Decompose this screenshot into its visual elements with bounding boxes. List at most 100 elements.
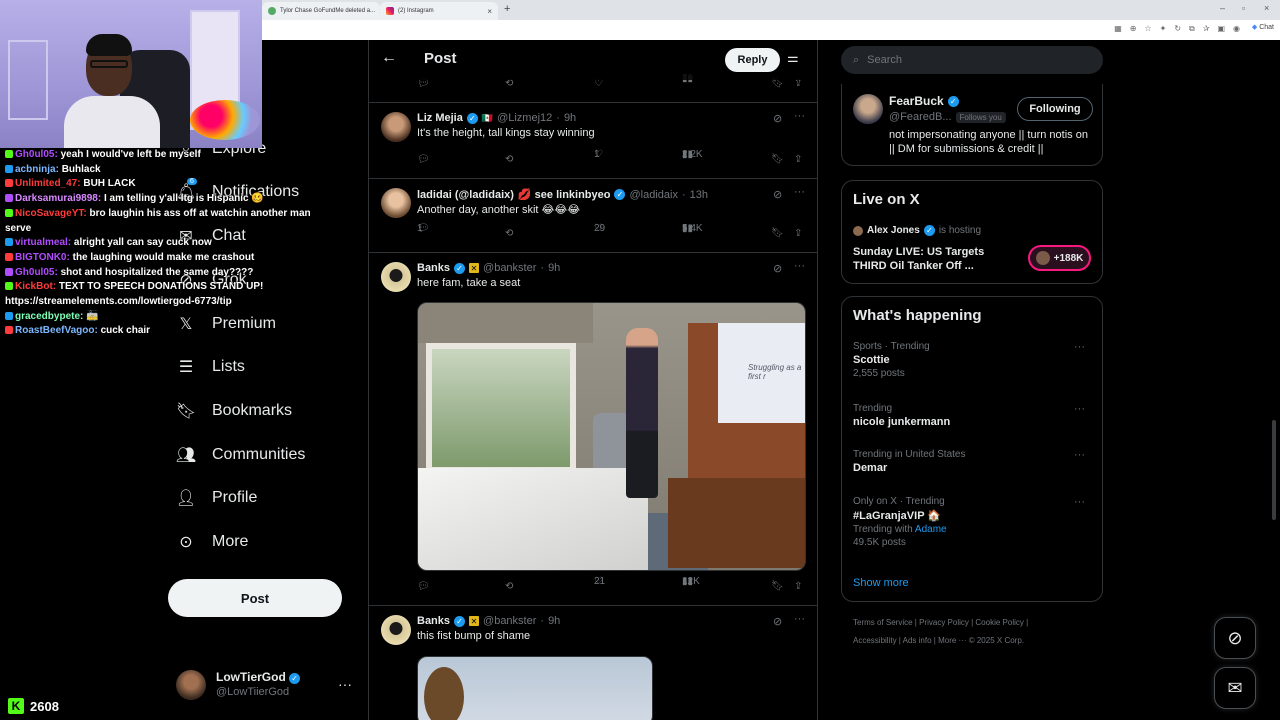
follow-handle[interactable]: @FearedB... — [889, 111, 952, 123]
tweet-video[interactable]: Struggling as a first r — [417, 302, 806, 571]
bookmark-icon[interactable]: 🔖︎ — [771, 228, 784, 239]
chat-username[interactable]: acbninja: — [15, 164, 59, 175]
browser-tab[interactable]: Tylor Chase GoFundMe deleted a... × — [262, 2, 380, 20]
zoom-icon[interactable]: ⊕ — [1130, 24, 1137, 34]
minimize-icon[interactable]: – — [1220, 3, 1225, 13]
more-icon[interactable]: ··· — [794, 110, 805, 122]
chat-username[interactable]: BIGTONK0: — [15, 252, 70, 263]
tweet-time[interactable]: 9h — [564, 112, 576, 124]
filter-icon[interactable]: ⚌ — [787, 50, 799, 66]
share-icon[interactable]: ⇪ — [794, 581, 802, 592]
reply-icon[interactable]: 💬︎ — [417, 154, 430, 165]
author-name[interactable]: Banks — [417, 615, 450, 627]
puzzle-icon[interactable]: ⧉ — [1189, 24, 1195, 34]
page-scrollbar[interactable] — [1270, 40, 1278, 720]
chat-username[interactable]: gracedbypete: — [15, 311, 83, 322]
avatar[interactable] — [381, 262, 411, 292]
refresh-icon[interactable]: ↻ — [1174, 24, 1181, 34]
author-handle[interactable]: @bankster — [483, 615, 536, 627]
grid-icon[interactable]: ▦ — [1114, 24, 1122, 34]
chat-username[interactable]: virtualmeal: — [15, 237, 71, 248]
new-tab-icon[interactable]: + — [504, 3, 510, 15]
chat-username[interactable]: Gh0ul05: — [15, 267, 58, 278]
browser-chat-button[interactable]: ◆ Chat — [1252, 23, 1274, 32]
grok-icon[interactable]: ⊘ — [773, 188, 782, 201]
scrollbar-thumb[interactable] — [1272, 420, 1276, 520]
more-icon[interactable]: ··· — [794, 260, 805, 272]
nav-item-communities[interactable]: 👥︎ Communities — [176, 445, 306, 465]
star-icon[interactable]: ☆ — [1144, 24, 1151, 34]
reply-button[interactable]: Reply — [725, 48, 780, 72]
avatar[interactable] — [381, 615, 411, 645]
account-switcher[interactable]: LowTierGod ✓ @LowTiierGod ··· — [176, 668, 356, 702]
retweet-icon[interactable]: ⟲ — [505, 581, 513, 592]
profile-icon[interactable]: ◉ — [1233, 24, 1240, 34]
browser-tab[interactable]: (2) Instagram × — [380, 2, 498, 20]
post-button[interactable]: Post — [168, 579, 342, 617]
search-input[interactable]: ⌕ Search — [841, 46, 1103, 74]
author-name[interactable]: Liz Mejia — [417, 112, 463, 124]
more-icon[interactable]: ··· — [1074, 403, 1085, 415]
avatar[interactable] — [853, 94, 883, 124]
nav-item-profile[interactable]: 👤︎ Profile — [176, 488, 258, 508]
author-name[interactable]: ladidai (@ladidaix) — [417, 189, 514, 201]
nav-item-more[interactable]: ⊙ More — [176, 532, 248, 552]
share-icon[interactable]: ⇪ — [794, 228, 802, 239]
more-icon[interactable]: ··· — [338, 676, 352, 692]
tweet-time[interactable]: 9h — [548, 615, 560, 627]
favorites-icon[interactable]: ✰ — [1203, 24, 1210, 34]
grok-icon[interactable]: ⊘ — [773, 262, 782, 275]
trend-item[interactable]: Trending nicole junkermann ··· — [853, 403, 1093, 428]
more-icon[interactable]: ··· — [1074, 496, 1085, 508]
maximize-icon[interactable]: ▫ — [1242, 3, 1245, 13]
live-description[interactable]: Sunday LIVE: US Targets THIRD Oil Tanker… — [853, 245, 1013, 273]
trend-item[interactable]: Trending in United States Demar ··· — [853, 449, 1093, 474]
live-listeners-button[interactable]: +188K — [1028, 245, 1091, 271]
grok-icon[interactable]: ⊘ — [773, 112, 782, 125]
author-name[interactable]: Banks — [417, 262, 450, 274]
back-arrow-icon[interactable]: ← — [381, 49, 397, 67]
trend-item[interactable]: Only on X · Trending #LaGranjaVIP 🏠 Tren… — [853, 496, 1093, 548]
author-handle[interactable]: @Lizmej12 — [497, 112, 552, 124]
grok-icon[interactable]: ⊘ — [773, 615, 782, 628]
tweet-time[interactable]: 9h — [548, 262, 560, 274]
live-host-name[interactable]: Alex Jones — [867, 225, 920, 236]
close-icon[interactable]: × — [487, 7, 492, 16]
retweet-icon[interactable]: ⟲ — [505, 228, 513, 239]
nav-item-bookmarks[interactable]: 🔖︎ Bookmarks — [176, 401, 292, 421]
author-handle[interactable]: @ladidaix — [629, 189, 677, 201]
chat-username[interactable]: Darksamurai9898: — [15, 193, 101, 204]
share-icon[interactable]: ⇪ — [794, 154, 802, 165]
close-window-icon[interactable]: × — [1264, 3, 1269, 13]
chat-username[interactable]: RoastBeefVagoo: — [15, 325, 98, 336]
chat-username[interactable]: NicoSavageYT: — [15, 208, 87, 219]
author-handle[interactable]: @bankster — [483, 262, 536, 274]
more-icon[interactable]: ··· — [794, 186, 805, 198]
reply-icon[interactable]: 💬︎ — [417, 581, 430, 592]
show-more-link[interactable]: Show more — [853, 577, 909, 589]
following-button[interactable]: Following — [1017, 97, 1093, 121]
follow-name[interactable]: FearBuck — [889, 94, 944, 108]
grok-fab-button[interactable]: ⊘ — [1214, 617, 1256, 659]
collections-icon[interactable]: ▣ — [1217, 24, 1225, 34]
chat-username[interactable]: KickBot: — [15, 281, 56, 292]
avatar[interactable] — [381, 112, 411, 142]
more-icon[interactable]: ··· — [794, 613, 805, 625]
footer-links-row-2[interactable]: Accessibility | Ads info | More ··· © 20… — [853, 632, 1103, 650]
trend-with-link[interactable]: Adame — [915, 524, 947, 535]
more-icon[interactable]: ··· — [1074, 449, 1085, 461]
messages-fab-button[interactable]: ✉︎ — [1214, 667, 1256, 709]
nav-item-lists[interactable]: ☰ Lists — [176, 357, 245, 377]
chat-username[interactable]: Unlimited_47: — [15, 178, 81, 189]
retweet-icon[interactable]: ⟲ — [505, 154, 513, 165]
bookmark-icon[interactable]: 🔖︎ — [771, 581, 784, 592]
tweet-time[interactable]: 13h — [690, 189, 708, 201]
trend-item[interactable]: Sports · Trending Scottie 2,555 posts ··… — [853, 341, 1093, 379]
avatar[interactable] — [381, 188, 411, 218]
bookmark-icon[interactable]: 🔖︎ — [771, 154, 784, 165]
footer-links-row-1[interactable]: Terms of Service | Privacy Policy | Cook… — [853, 614, 1103, 632]
tweet-image[interactable] — [417, 656, 653, 720]
more-icon[interactable]: ··· — [1074, 341, 1085, 353]
extension-icon[interactable]: ✦ — [1160, 24, 1167, 34]
chat-username[interactable]: Gh0ul05: — [15, 149, 58, 160]
